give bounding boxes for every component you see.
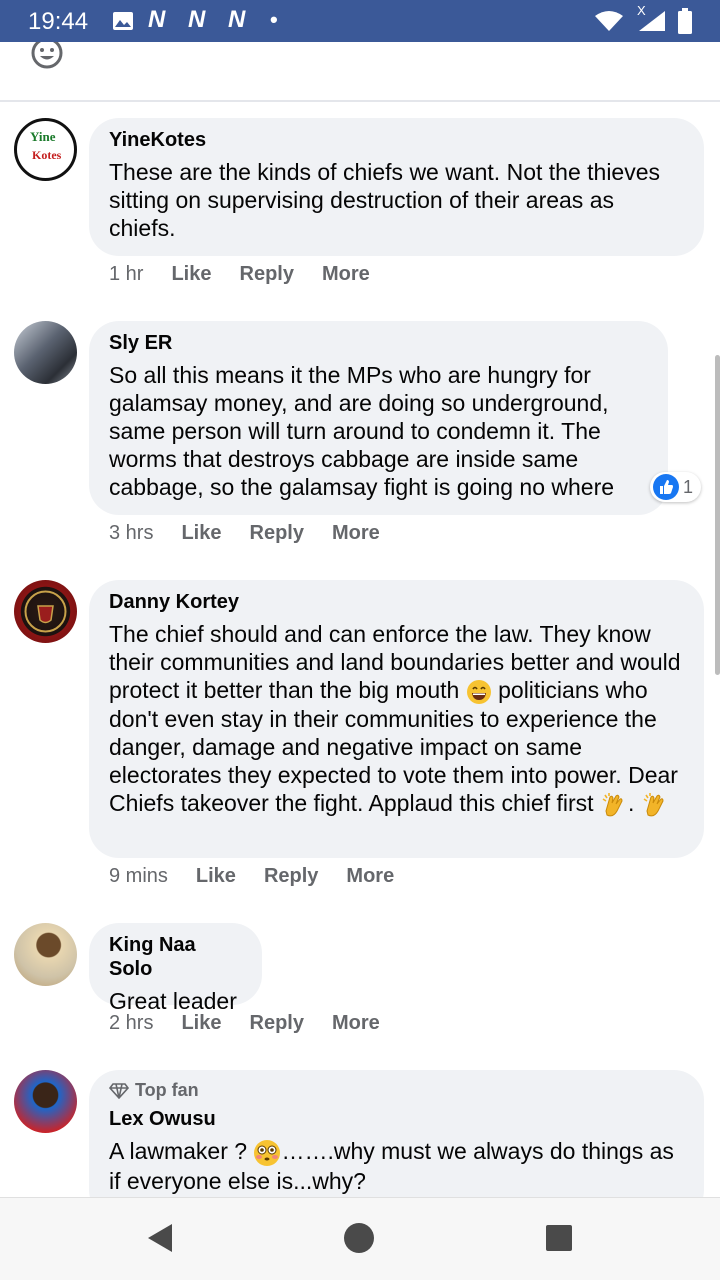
comment-text: So all this means it the MPs who are hun… [109,362,615,500]
reply-button[interactable]: Reply [240,263,294,285]
avatar[interactable] [14,580,77,643]
home-icon[interactable] [343,1222,375,1254]
comment-actions: 2 hrs Like Reply More [109,1012,408,1035]
more-button[interactable]: More [346,865,394,887]
reaction-bar [0,42,720,102]
clapping-hands-emoji-icon [602,792,623,817]
status-time: 19:44 [28,8,89,35]
comment-actions: 9 mins Like Reply More [109,865,422,888]
commenter-name[interactable]: Sly ER [109,331,648,355]
cellular-signal-icon [639,11,665,31]
more-notifications-dot: • [270,7,278,32]
scrollbar[interactable] [715,355,720,675]
comment-text: Great leader [109,988,237,1014]
reaction-number: 1 [683,476,694,497]
reaction-count[interactable]: 1 [650,472,702,502]
avatar[interactable] [14,923,77,986]
wifi-icon [595,11,623,31]
status-bar: 19:44 N N N • X [0,0,720,42]
avatar[interactable] [14,321,77,384]
diamond-icon [109,1082,129,1099]
comment-time: 2 hrs [109,1012,154,1034]
like-button[interactable]: Like [171,263,211,285]
club-crest-icon [24,590,67,633]
like-button[interactable]: Like [181,522,221,544]
recents-icon[interactable] [545,1224,573,1252]
commenter-name[interactable]: Lex Owusu [109,1107,684,1131]
more-button[interactable]: More [332,522,380,544]
avatar[interactable]: Yine Kotes [14,118,77,181]
clapping-hands-emoji-icon [643,792,664,817]
comment-text: These are the kinds of chiefs we want. N… [109,159,661,241]
comment-bubble[interactable]: King Naa Solo Great leader [89,923,262,1014]
comment-text: The chief should and can enforce the law… [109,620,684,819]
comment-time: 3 hrs [109,522,154,544]
back-icon[interactable] [146,1223,174,1253]
emoji-face-icon[interactable] [30,42,64,70]
comment-bubble[interactable]: Danny Kortey The chief should and can en… [89,580,704,858]
avatar[interactable] [14,1070,77,1133]
comment-text: A lawmaker ? …….why must we always do th… [109,1137,684,1195]
comment-bubble[interactable]: Top fan Lex Owusu A lawmaker ? …….why mu… [89,1070,704,1197]
more-button[interactable]: More [322,263,370,285]
comment-actions: 1 hr Like Reply More [109,263,398,286]
commenter-name[interactable]: King Naa Solo [109,933,242,981]
avatar-logo-text: Yine [30,129,56,144]
like-reaction-icon [653,474,679,500]
comment-text-part: A lawmaker ? [109,1138,254,1164]
notification-icon: N [188,6,206,33]
avatar-logo-text: Kotes [32,148,62,162]
notification-icon: N [228,6,246,33]
comment-bubble[interactable]: YineKotes These are the kinds of chiefs … [89,118,704,256]
comment-bubble[interactable]: Sly ER So all this means it the MPs who … [89,321,668,515]
like-button[interactable]: Like [181,1012,221,1034]
comment-time: 9 mins [109,865,168,887]
notification-icon: N [148,6,166,33]
flushed-emoji-icon [254,1139,281,1166]
comment-text-part: . [627,789,641,816]
comment-time: 1 hr [109,263,144,285]
top-fan-badge: Top fan [109,1080,684,1101]
reply-button[interactable]: Reply [250,522,304,544]
grinning-emoji-icon [466,679,491,704]
system-navigation-bar [0,1197,720,1280]
top-fan-label: Top fan [135,1080,199,1100]
commenter-name[interactable]: Danny Kortey [109,590,684,614]
comments-list: Yine Kotes YineKotes These are the kinds… [0,42,720,1197]
like-button[interactable]: Like [196,865,236,887]
battery-icon [678,8,692,34]
commenter-name[interactable]: YineKotes [109,128,684,152]
gallery-icon [113,12,133,30]
more-button[interactable]: More [332,1012,380,1034]
reply-button[interactable]: Reply [264,865,318,887]
comment-actions: 3 hrs Like Reply More [109,522,408,545]
reply-button[interactable]: Reply [250,1012,304,1034]
